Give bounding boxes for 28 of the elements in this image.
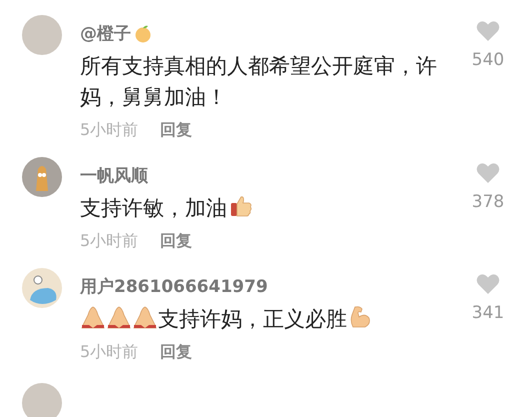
reply-link[interactable]: 回复 (160, 230, 192, 252)
avatar-cartoon-icon[interactable] (22, 157, 62, 197)
flexed-arm-icon (349, 305, 371, 329)
like-count: 540 (472, 49, 504, 72)
heart-icon[interactable] (476, 20, 500, 42)
avatar-photo-placeholder[interactable] (22, 383, 62, 417)
comment-time: 5小时前 (80, 230, 138, 252)
heart-icon[interactable] (476, 273, 500, 295)
username[interactable]: 用户2861066641979 (80, 276, 268, 298)
avatar-cartoon-icon[interactable] (22, 268, 62, 308)
heart-icon[interactable] (476, 162, 500, 184)
username[interactable]: 一帆风顺 (80, 165, 148, 187)
comment-text: 支持许敏，加油 (80, 196, 227, 220)
praying-hands-icon (132, 305, 158, 329)
like-count: 341 (472, 302, 504, 325)
reply-link[interactable]: 回复 (160, 119, 192, 141)
comment-text: 支持许妈，正义必胜 (158, 307, 347, 331)
reply-link[interactable]: 回复 (160, 341, 192, 363)
fruit-icon (134, 25, 152, 43)
comment-time: 5小时前 (80, 341, 138, 363)
like-count: 378 (472, 191, 504, 214)
username[interactable]: @橙子 (80, 23, 131, 45)
comment-text: 所有支持真相的人都希望公开庭审，许妈，舅舅加油！ (80, 54, 437, 109)
thumbs-up-icon (229, 194, 253, 218)
praying-hands-icon (106, 305, 132, 329)
praying-hands-icon (80, 305, 106, 329)
comment-time: 5小时前 (80, 119, 138, 141)
avatar-photo-placeholder[interactable] (22, 15, 62, 55)
